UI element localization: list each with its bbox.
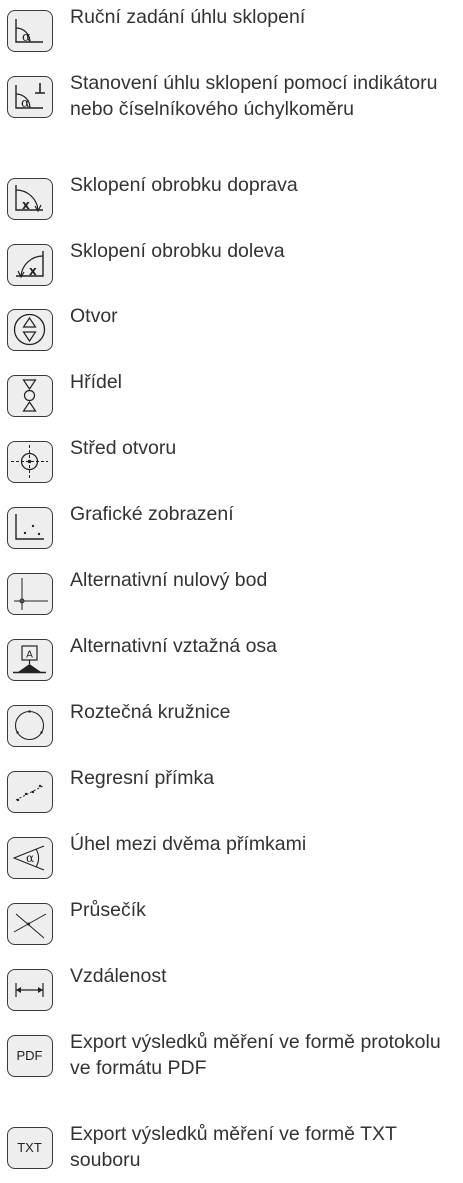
svg-text:x: x: [22, 198, 30, 212]
item-label: Střed otvoru: [70, 437, 177, 459]
regression-line-icon: [7, 771, 53, 813]
item-label: Vzdálenost: [70, 965, 167, 987]
tilt-left-icon: x: [7, 244, 53, 286]
svg-text:α: α: [22, 30, 31, 45]
svg-text:A: A: [26, 650, 33, 661]
item-label: Alternativní nulový bod: [70, 569, 268, 591]
svg-text:x: x: [29, 264, 37, 278]
tilt-right-icon: x: [7, 178, 53, 220]
svg-text:TXT: TXT: [17, 1140, 42, 1155]
item-label: Grafické zobrazení: [70, 503, 234, 525]
item-label: Stanovení úhlu sklopení pomocí indikátor…: [70, 72, 438, 120]
item-label: Průsečík: [70, 899, 146, 921]
alternative-reference-axis-icon: A: [7, 639, 53, 681]
item-label: Otvor: [70, 305, 118, 327]
distance-icon: [7, 969, 53, 1011]
intersection-icon: [7, 903, 53, 945]
svg-text:PDF: PDF: [17, 1048, 43, 1063]
export-txt-icon: TXT: [7, 1127, 53, 1169]
graphic-display-icon: [7, 507, 53, 549]
export-pdf-icon: PDF: [7, 1035, 53, 1077]
item-label: Hřídel: [70, 371, 123, 393]
item-label: Roztečná kružnice: [70, 701, 231, 723]
manual-tilt-angle-icon: α: [7, 10, 53, 52]
item-label: Ruční zadání úhlu sklopení: [70, 6, 306, 28]
angle-between-lines-icon: α: [7, 837, 53, 879]
item-label: Sklopení obrobku doprava: [70, 174, 298, 196]
item-label: Export výsledků měření ve formě protokol…: [70, 1031, 441, 1079]
item-label: Sklopení obrobku doleva: [70, 240, 285, 262]
item-label: Regresní přímka: [70, 767, 215, 789]
item-label: Export výsledků měření ve formě TXT soub…: [70, 1123, 397, 1171]
pitch-circle-icon: [7, 705, 53, 747]
item-label: Alternativní vztažná osa: [70, 635, 278, 657]
shaft-icon: [7, 375, 53, 417]
bore-icon: [7, 309, 53, 351]
svg-text:α: α: [26, 851, 34, 865]
bore-center-icon: [7, 441, 53, 483]
alternative-zero-point-icon: [7, 573, 53, 615]
svg-text:α: α: [21, 96, 30, 111]
tilt-angle-indicator-icon: α: [7, 76, 53, 118]
item-label: Úhel mezi dvěma přímkami: [70, 833, 307, 855]
